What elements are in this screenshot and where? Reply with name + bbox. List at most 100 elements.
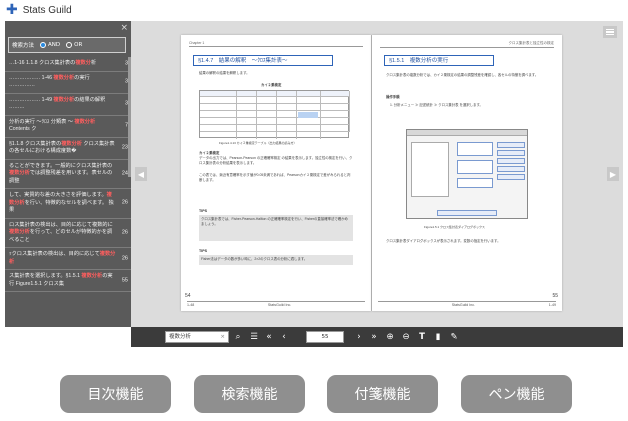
prev-page-arrow-icon[interactable]: ◀ xyxy=(135,167,147,181)
page-footer: StatsGuild Inc. 1-49 xyxy=(378,301,556,307)
search-result-item[interactable]: ロス集計表の検出は、目的に応じて複数的に複数分析を行って、どのセルが特徴的かを調… xyxy=(5,219,131,248)
page-header: Chapter 1 xyxy=(189,41,363,47)
section-title-text: §1.5.1 複数分析の実行 xyxy=(389,58,449,64)
next-page-arrow-icon[interactable]: ▶ xyxy=(607,167,619,181)
next-page-icon[interactable]: › xyxy=(352,330,366,344)
search-result-page-number: 26 xyxy=(121,229,128,235)
search-hit-highlight: 複数分析 xyxy=(61,140,82,147)
search-result-item[interactable]: して、実質的な差の大きさを評価します。複数分析を行い、特徴的なセルを調べます。 … xyxy=(5,189,131,219)
search-result-text: 分析の実行 ～ｸﾛｽ 分類表 ～ xyxy=(9,118,75,125)
tips-label-2: TIPS xyxy=(199,249,207,253)
search-result-item[interactable]: ……………… 1-46 複数分析の実行 …………… 3 xyxy=(5,72,131,94)
search-result-text: ロス集計表の検出は、目的に応じて複数的に xyxy=(9,221,113,228)
page-number-left: 54 xyxy=(185,293,191,299)
search-hit-highlight: 複数分析 xyxy=(9,229,30,235)
crosstab-dialog-figure xyxy=(406,129,528,219)
tips-text-2: Fisher法はデータの数が多い時に、2×2のクロス表の分析に適します。 xyxy=(201,257,308,261)
tips-label-1: TIPS xyxy=(199,209,207,213)
list-icon[interactable]: ☰ xyxy=(247,330,261,344)
search-result-text: ることができます。一般的にクロス集計表の xyxy=(9,162,113,169)
search-result-page-number: 55 xyxy=(121,276,128,283)
close-sidebar-icon[interactable]: × xyxy=(120,23,128,33)
ebook-viewer: × 検索方法 AND OR …1-16 1.1.8 クロス集計表の複数分析 3……… xyxy=(5,21,623,347)
search-result-text: ｯクロス集計表の検出は、目的に応じて xyxy=(9,251,100,257)
search-result-text: ス集計表を選択します。§1.5.1 xyxy=(9,273,82,279)
search-result-list: …1-16 1.1.8 クロス集計表の複数分析 3……………… 1-46 複数分析… xyxy=(5,57,131,292)
search-result-page-number: 26 xyxy=(121,199,128,206)
search-result-item[interactable]: …1-16 1.1.8 クロス集計表の複数分析 3 xyxy=(5,57,131,72)
search-result-item[interactable]: ……………… 1-49 複数分析の結果の解釈 ……… 3 xyxy=(5,94,131,116)
chi-square-table xyxy=(199,90,350,139)
section-title: §1.5.1 複数分析の実行 xyxy=(384,55,494,66)
search-hit-highlight: 複数分 xyxy=(75,60,91,66)
bookmark-icon[interactable]: ▮ xyxy=(431,330,445,344)
zoom-in-icon[interactable]: ⊕ xyxy=(383,330,397,344)
sidebar-scrollbar[interactable] xyxy=(128,57,131,177)
footer-page-code: 1-48 xyxy=(187,303,195,307)
or-radio[interactable] xyxy=(66,42,73,48)
body-text: データの出力では、Pearson-Pearson の正確確率検定 の結果を表示し… xyxy=(199,156,353,165)
search-result-item[interactable]: 分析の実行 ～ｸﾛｽ 分類表 ～ 複数分析 Contents ク7 xyxy=(5,116,131,138)
text-icon[interactable]: T xyxy=(415,330,429,344)
pen-icon[interactable]: ✎ xyxy=(447,330,461,344)
search-result-page-number: 26 xyxy=(121,254,128,261)
search-icon[interactable]: ⌕ xyxy=(231,330,245,344)
tips-box-2: Fisher法はデータの数が多い時に、2×2のクロス表の分析に適します。 xyxy=(199,255,353,265)
page-footer: 1-48 StatsGuild Inc. xyxy=(187,301,365,307)
and-radio-label: AND xyxy=(48,42,61,48)
search-hit-highlight: 複数分析 xyxy=(9,170,30,176)
menu-button[interactable] xyxy=(603,26,617,38)
page-number-input[interactable]: 55 xyxy=(306,331,344,343)
pen-feature-button[interactable]: ペン機能 xyxy=(461,375,572,413)
page-number-right: 55 xyxy=(552,293,558,299)
figure-caption: Figure1.5.1 クロス集計表ダイアログボックス xyxy=(424,225,485,229)
search-result-item[interactable]: ｯクロス集計表の検出は、目的に応じて複数分析 26 xyxy=(5,248,131,270)
zoom-out-icon[interactable]: ⊖ xyxy=(399,330,413,344)
viewer-toolbar: 複数分析 × ⌕ ☰ « ‹ 55 › » ⊕ ⊖ T ▮ ✎ xyxy=(131,327,623,347)
search-result-text: §1.1.8 クロス集計表の xyxy=(9,140,62,147)
page-header-chapter: クロス集計表と独立性の検定 xyxy=(508,41,555,45)
first-page-icon[interactable]: « xyxy=(262,330,276,344)
table-title: カイ２乗検定 xyxy=(261,83,282,87)
step-1: 1. 分析メニュー ≫ 記述統計 ≫ クロス集計表 を選択します。 xyxy=(390,103,483,107)
search-result-text: 析 xyxy=(90,60,97,66)
prev-page-icon[interactable]: ‹ xyxy=(277,330,291,344)
app-title: Stats Guild xyxy=(22,4,72,16)
footer-company: StatsGuild Inc. xyxy=(267,303,292,307)
search-result-text: を行い、特徴的なセルを調べます。 独果 xyxy=(9,199,114,214)
search-hit-highlight: 複数分析 xyxy=(53,96,75,103)
search-results-sidebar: × 検索方法 AND OR …1-16 1.1.8 クロス集計表の複数分析 3……… xyxy=(5,21,131,327)
search-result-text: ……………… 1-46 xyxy=(9,74,54,81)
search-hit-highlight: 複数分析 xyxy=(74,118,96,125)
search-result-item[interactable]: ス集計表を選択します。§1.5.1 複数分析の実行 Figure1.5.1 クロ… xyxy=(5,270,131,292)
app-header: ✚ Stats Guild xyxy=(0,0,628,20)
or-radio-label: OR xyxy=(74,42,83,48)
section-title: §1.4.7 結果の解釈 ～ｸﾛｽ集計表～ xyxy=(193,55,333,66)
search-result-item[interactable]: ることができます。一般的にクロス集計表の複数分析では調整残差を用います。表セルの… xyxy=(5,160,131,189)
intro-text: 結果の解釈の結果を解釈します。 xyxy=(199,71,250,75)
body-text: クロス集計表ダイアログボックスが表示されます。変数の指定を行います。 xyxy=(386,239,501,243)
figure-caption: Figure1.4.13 カイ２乗検定テーブル（出力結果の読み方） xyxy=(219,141,297,145)
intro-text: クロス集計表の複数分析では、カイ２乗検定の結果の調整残差を確認し、各セルの特徴を… xyxy=(386,73,539,77)
search-feature-button[interactable]: 検索機能 xyxy=(194,375,305,413)
right-page: クロス集計表と独立性の検定 §1.5.1 複数分析の実行 クロス集計表の複数分析… xyxy=(372,35,562,311)
toolbar-search-value: 複数分析 xyxy=(169,334,192,340)
toolbar-search-input[interactable]: 複数分析 × xyxy=(165,331,229,343)
footer-company: StatsGuild Inc. xyxy=(451,303,476,307)
page-header-chapter: Chapter 1 xyxy=(189,41,205,45)
left-page: Chapter 1 §1.4.7 結果の解釈 ～ｸﾛｽ集計表～ 結果の解釈の結果… xyxy=(181,35,371,311)
stats-guild-logo-icon: ✚ xyxy=(6,2,18,18)
toc-feature-button[interactable]: 目次機能 xyxy=(60,375,171,413)
clear-search-icon[interactable]: × xyxy=(220,332,225,342)
sticky-note-feature-button[interactable]: 付箋機能 xyxy=(327,375,438,413)
and-radio[interactable] xyxy=(40,42,47,48)
search-hit-highlight: 複数分析 xyxy=(81,273,103,279)
search-result-text: …1-16 1.1.8 クロス集計表の xyxy=(9,60,76,66)
footer-page-code: 1-49 xyxy=(548,303,556,307)
search-result-text: して、実質的な差の大きさを評価します。 xyxy=(9,192,107,198)
tips-box-1: クロス集計表では、Fisher-Pearson-Hallton の正確確率検定を… xyxy=(199,215,353,241)
last-page-icon[interactable]: » xyxy=(367,330,381,344)
search-mode-label: 検索方法 xyxy=(12,43,35,49)
search-result-text: ……………… 1-49 xyxy=(9,96,54,103)
search-result-item[interactable]: §1.1.8 クロス集計表の複数分析 クロス集計表の各セルにおける構成度数� 23 xyxy=(5,138,131,160)
